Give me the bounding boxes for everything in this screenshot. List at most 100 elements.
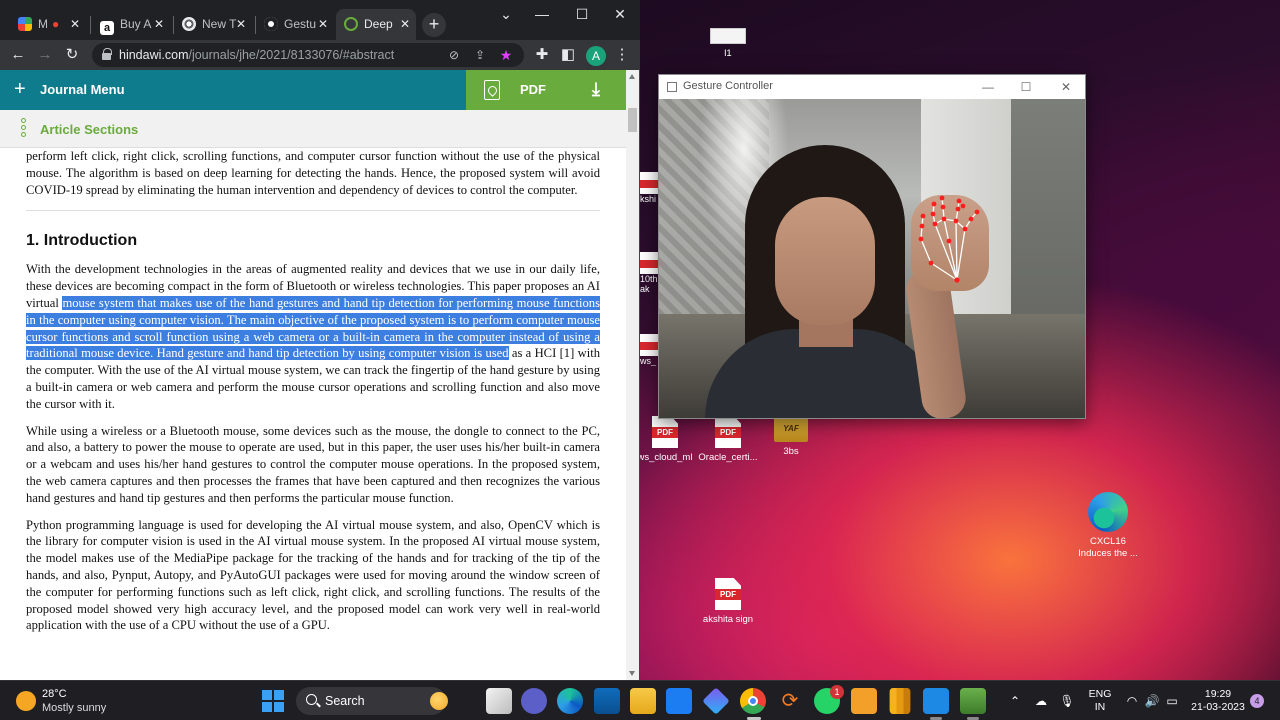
lock-icon[interactable] [102,48,112,60]
close-window-button[interactable]: ✕ [602,4,638,24]
close-tab-icon[interactable]: ✕ [236,9,246,40]
address-bar[interactable]: hindawi.com/journals/jhe/2021/8133076/#a… [92,43,524,67]
minimize-button[interactable]: — [973,78,1003,96]
notification-count[interactable]: 4 [1250,694,1264,708]
language-indicator[interactable]: ENG IN [1084,688,1116,714]
back-button[interactable]: ← [8,45,28,65]
battery-icon[interactable]: ▭ [1164,693,1180,709]
desktop-file-partial-1[interactable]: kshi [640,172,660,204]
paragraph: With the development technologies in the… [26,262,600,411]
journal-menu-bar[interactable]: + Journal Menu [0,70,466,110]
url-host: hindawi.com [119,48,189,62]
file-explorer-icon[interactable] [630,688,656,714]
desktop-icon-label: akshita sign [702,614,754,625]
article-sections-bar[interactable]: Article Sections [0,110,626,148]
chrome-menu-icon[interactable]: ⋮ [612,45,632,65]
tab-amazon[interactable]: a Buy A ✕ [92,9,170,40]
search-icon [306,694,317,705]
paragraph: Python programming language is used for … [26,517,600,633]
desktop-icon-label: CXCL16 [1090,536,1126,547]
landmark-points [918,195,980,283]
browser-toolbar: ← → ↻ hindawi.com/journals/jhe/2021/8133… [0,40,640,70]
maximize-button[interactable]: ☐ [564,4,600,24]
download-icon[interactable]: ⤓ [592,79,600,99]
teams-chat-icon[interactable] [521,688,547,714]
chevron-up-icon[interactable]: ⌃ [1007,693,1023,709]
maximize-button[interactable]: ☐ [1011,78,1041,96]
article-body: perform left click, right click, scrolli… [26,148,600,644]
pdf-file-icon: PDF [715,578,741,610]
section-divider [26,210,600,212]
desktop-file-partial-2[interactable]: 10th ak [640,252,660,294]
close-tab-icon[interactable]: ✕ [70,9,80,40]
close-tab-icon[interactable]: ✕ [318,9,328,40]
desktop-icon-label: ak [640,284,650,294]
task-view-icon[interactable] [486,688,512,714]
jupyter-icon[interactable]: ⟳ [777,688,803,714]
plus-icon: + [14,78,26,100]
desktop-file-3bs[interactable]: YAF 3bs [755,416,827,458]
sublime-text-icon[interactable] [851,688,877,714]
browser-window: M ● ✕ a Buy A ✕ New T ✕ Gestu ✕ Deep ✕ + ⌄… [0,0,640,680]
whatsapp-icon[interactable]: 1 [814,685,844,714]
forward-button[interactable]: → [35,45,55,65]
python-app-icon[interactable] [960,688,986,714]
close-window-button[interactable]: ✕ [1051,78,1081,96]
desktop-file-oracle-cert[interactable]: PDF Oracle_certi... [692,416,764,464]
eye-off-icon[interactable]: ⊘ [446,47,462,63]
close-tab-icon[interactable]: ✕ [400,9,410,40]
minimize-button[interactable]: — [524,4,560,24]
power-bi-icon[interactable] [889,688,911,714]
close-tab-icon[interactable]: ✕ [154,9,164,40]
bookmark-star-icon[interactable]: ★ [498,47,514,63]
reload-button[interactable]: ↻ [62,45,82,65]
desktop-file-ws-cloud[interactable]: PDF ws_cloud_ml [630,416,700,464]
language-code: ENG [1088,688,1112,700]
tab-hindawi-active[interactable]: Deep ✕ [336,9,416,40]
pdf-file-icon: PDF [652,416,678,448]
cloud-offline-icon[interactable]: ☁ [1033,693,1049,709]
scroll-up-icon[interactable] [629,74,635,79]
mail-icon[interactable] [594,688,620,714]
page-scrollbar[interactable] [626,70,639,680]
extensions-puzzle-icon[interactable]: ✚ [532,45,552,65]
new-tab-button[interactable]: + [422,13,446,37]
tab-new-tab[interactable]: New T ✕ [174,9,252,40]
dropbox-icon[interactable] [666,688,692,714]
webcam-feed [659,99,1085,418]
pdf-file-icon [640,334,660,356]
tab-github[interactable]: Gestu ✕ [256,9,334,40]
taskbar-search[interactable]: Search [296,687,448,715]
scroll-down-icon[interactable] [629,671,635,676]
section-heading: 1. Introduction [26,232,138,250]
wifi-icon[interactable]: ◠ [1124,693,1140,709]
vscode-icon[interactable] [923,688,949,714]
tab-meet[interactable]: M ● ✕ [10,9,86,40]
window-title: Gesture Controller [683,80,773,92]
vertical-dots-icon [21,118,27,139]
recording-dot-icon: ● [52,17,60,31]
share-icon[interactable]: ⇪ [472,47,488,63]
desktop-shortcut-cxcl16[interactable]: CXCL16 Induces the ... [1072,492,1144,560]
chrome-icon[interactable] [740,688,766,714]
edge-icon[interactable] [557,688,583,714]
desktop-file-l1[interactable]: l1 [692,28,764,60]
copilot-icon[interactable] [702,687,730,715]
clock[interactable]: 19:29 21-03-2023 [1186,688,1250,714]
volume-icon[interactable]: 🔊 [1144,693,1160,709]
pdf-download-bar[interactable]: PDF ⤓ [466,70,626,110]
profile-avatar[interactable]: A [586,46,606,66]
side-panel-icon[interactable]: ◧ [558,45,578,65]
desktop-file-akshita-sign[interactable]: PDF akshita sign [692,578,764,626]
hand-landmarks-overlay [918,195,980,283]
amazon-icon: a [100,21,114,35]
scrollbar-thumb[interactable] [628,108,637,132]
tab-search-icon[interactable]: ⌄ [488,4,524,24]
windows-start-icon[interactable] [262,690,284,712]
microphone-icon[interactable]: 🎙 [1059,693,1075,709]
window-titlebar[interactable]: Gesture Controller — ☐ ✕ [659,75,1085,99]
chrome-icon [182,17,196,31]
url-path: /journals/jhe/2021/8133076/#abstract [188,48,395,62]
desktop-file-partial-3[interactable]: ws_ [640,334,660,366]
tab-strip: M ● ✕ a Buy A ✕ New T ✕ Gestu ✕ Deep ✕ + ⌄… [0,0,640,40]
